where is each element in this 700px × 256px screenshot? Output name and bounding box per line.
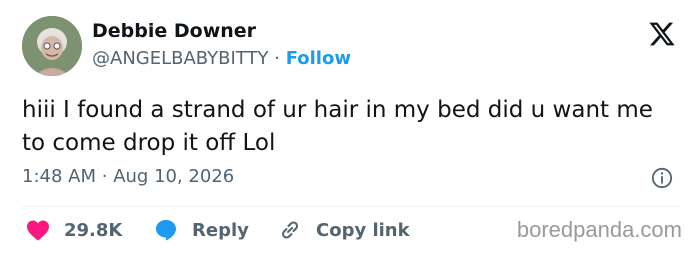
tweet-date: Aug 10, 2026: [113, 166, 235, 187]
author-handle-row: @ANGELBABYBITTY · Follow: [92, 48, 351, 69]
like-button[interactable]: 29.8K: [26, 216, 122, 244]
reply-button[interactable]: Reply: [154, 216, 249, 244]
meta-separator: ·: [101, 166, 108, 187]
info-icon[interactable]: [651, 167, 673, 189]
profile-photo: [22, 16, 82, 76]
divider: [22, 206, 680, 207]
copy-link-button[interactable]: Copy link: [278, 216, 410, 244]
heart-icon: [27, 220, 49, 241]
reply-label: Reply: [192, 219, 249, 241]
tweet-time: 1:48 AM: [22, 166, 96, 187]
author-name[interactable]: Debbie Downer: [92, 20, 256, 42]
follow-button[interactable]: Follow: [286, 48, 351, 69]
tweet-text: hiii I found a strand of ur hair in my b…: [22, 97, 653, 156]
x-logo-icon[interactable]: [647, 20, 677, 48]
like-count: 29.8K: [64, 219, 123, 241]
handle-separator: ·: [274, 48, 280, 69]
avatar[interactable]: [22, 16, 82, 76]
copy-link-label: Copy link: [316, 219, 410, 241]
reply-bubble-icon: [156, 220, 176, 241]
link-icon: [281, 221, 299, 239]
watermark: boredpanda.com: [516, 217, 682, 242]
author-handle[interactable]: @ANGELBABYBITTY: [92, 48, 268, 69]
tweet-timestamp[interactable]: 1:48 AM · Aug 10, 2026: [22, 166, 234, 187]
